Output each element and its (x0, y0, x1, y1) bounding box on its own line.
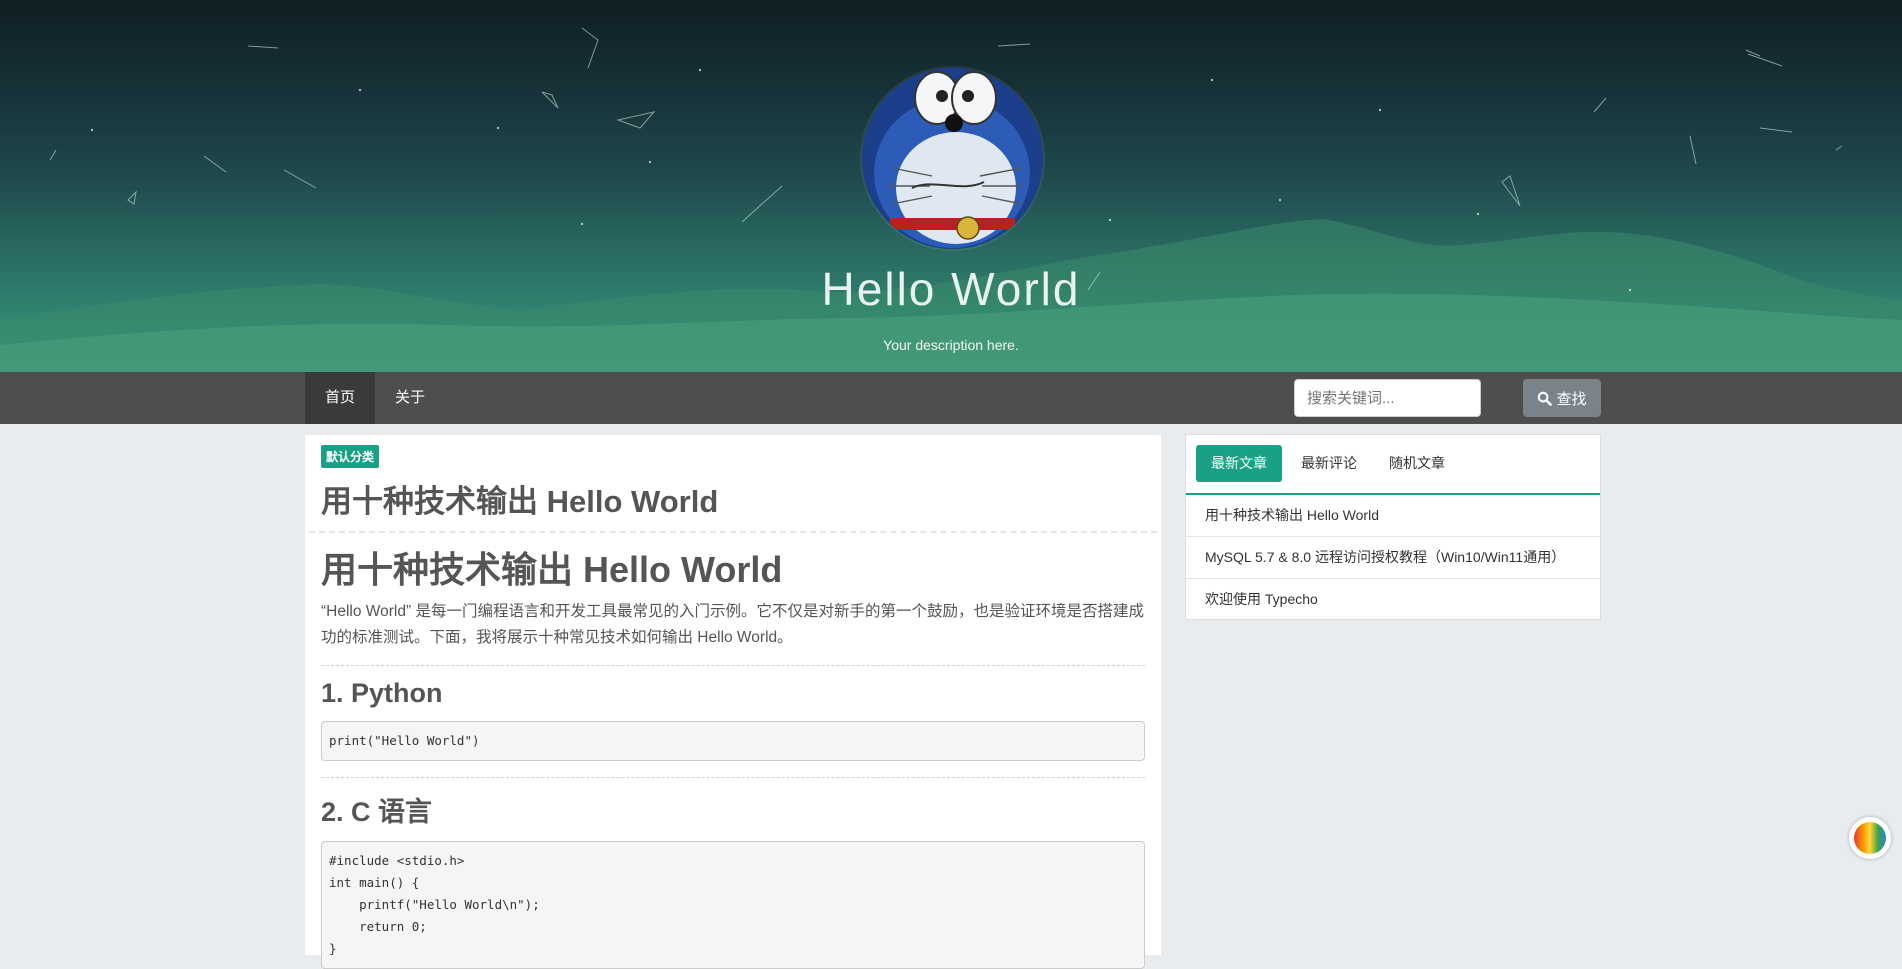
list-item[interactable]: 欢迎使用 Typecho (1186, 579, 1600, 620)
section-divider (321, 665, 1145, 666)
code-block: print("Hello World") (321, 721, 1145, 761)
post-card: 默认分类 用十种技术输出 Hello World 用十种技术输出 Hello W… (305, 435, 1161, 969)
main-nav: 首页 关于 查找 (0, 372, 1902, 424)
color-palette-icon (1854, 822, 1886, 854)
section-divider (321, 777, 1145, 778)
theme-switcher-button[interactable] (1849, 817, 1891, 859)
site-avatar[interactable] (862, 68, 1043, 249)
content-heading: 用十种技术输出 Hello World (321, 549, 783, 590)
tab-recent-posts[interactable]: 最新文章 (1196, 445, 1282, 482)
search-input[interactable] (1294, 379, 1481, 417)
site-header: Hello World Your description here. (0, 0, 1902, 372)
code-block: #include <stdio.h> int main() { printf("… (321, 841, 1145, 969)
intro-paragraph: “Hello World” 是每一门编程语言和开发工具最常见的入门示例。它不仅是… (321, 603, 1144, 646)
sidebar-tabs: 最新文章 最新评论 随机文章 (1186, 435, 1600, 495)
list-item[interactable]: 用十种技术输出 Hello World (1186, 495, 1600, 537)
search-button-label: 查找 (1556, 390, 1587, 408)
list-item[interactable]: MySQL 5.7 & 8.0 远程访问授权教程（Win10/Win11通用） (1186, 537, 1600, 579)
nav-item-about[interactable]: 关于 (375, 372, 445, 424)
post-title[interactable]: 用十种技术输出 Hello World (321, 476, 1145, 521)
title-divider (309, 531, 1157, 533)
tab-recent-comments[interactable]: 最新评论 (1286, 445, 1372, 482)
avatar-image (862, 68, 1043, 249)
search-button[interactable]: 查找 (1523, 379, 1601, 417)
site-description: Your description here. (883, 337, 1019, 353)
site-title[interactable]: Hello World (0, 262, 1902, 316)
tab-random-posts[interactable]: 随机文章 (1374, 445, 1460, 482)
sidebar-widget: 最新文章 最新评论 随机文章 用十种技术输出 Hello World MySQL… (1185, 434, 1601, 620)
section-heading: 2. C 语言 (321, 797, 433, 827)
category-badge[interactable]: 默认分类 (321, 445, 380, 468)
nav-item-home[interactable]: 首页 (305, 372, 376, 424)
magnifier-icon (1538, 391, 1553, 406)
section-heading: 1. Python (321, 678, 443, 708)
